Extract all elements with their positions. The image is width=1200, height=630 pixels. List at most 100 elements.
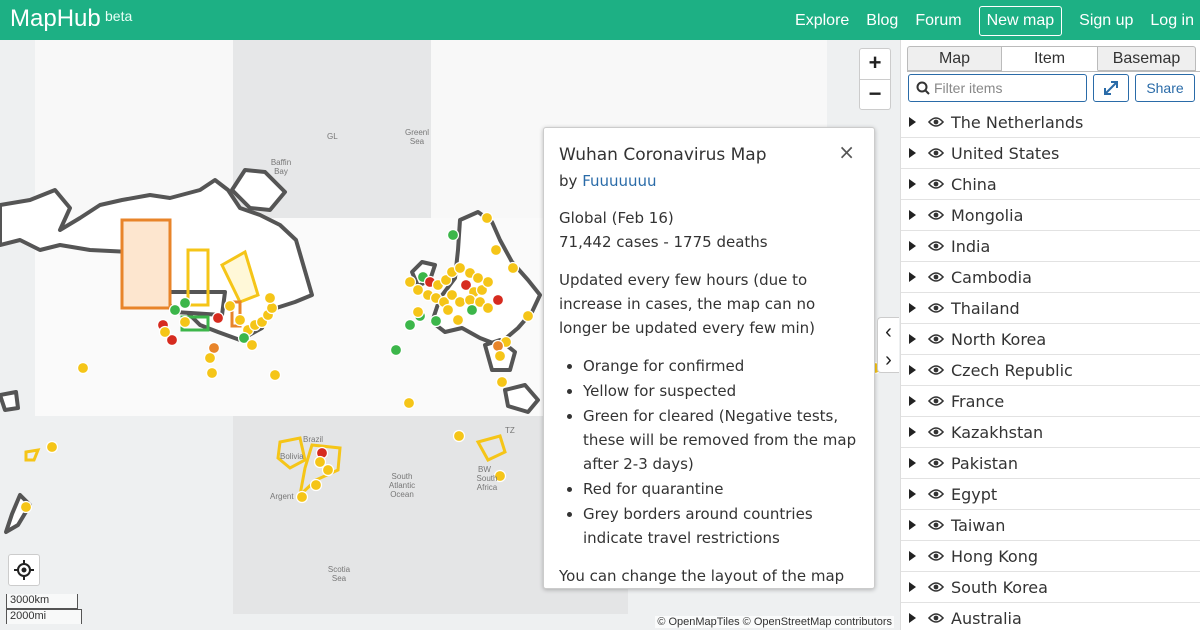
- eye-icon[interactable]: [928, 364, 944, 376]
- case-marker-suspected[interactable]: [411, 305, 425, 319]
- case-marker-cleared[interactable]: [389, 343, 403, 357]
- case-marker-suspected[interactable]: [402, 396, 416, 410]
- list-item[interactable]: Australia: [901, 603, 1200, 630]
- expand-triangle-icon[interactable]: [909, 303, 916, 313]
- tab-map[interactable]: Map: [907, 46, 1002, 71]
- eye-icon[interactable]: [928, 426, 944, 438]
- zoom-in-button[interactable]: +: [860, 49, 890, 79]
- case-marker-suspected[interactable]: [453, 295, 467, 309]
- case-marker-suspected[interactable]: [481, 301, 495, 315]
- map-attribution[interactable]: © OpenMapTiles © OpenStreetMap contribut…: [655, 616, 894, 628]
- expand-triangle-icon[interactable]: [909, 458, 916, 468]
- case-marker-cleared[interactable]: [168, 303, 182, 317]
- case-marker-suspected[interactable]: [178, 315, 192, 329]
- list-item[interactable]: Pakistan: [901, 448, 1200, 479]
- case-marker-suspected[interactable]: [309, 478, 323, 492]
- case-marker-suspected[interactable]: [263, 291, 277, 305]
- expand-triangle-icon[interactable]: [909, 582, 916, 592]
- expand-triangle-icon[interactable]: [909, 551, 916, 561]
- list-item[interactable]: North Korea: [901, 324, 1200, 355]
- eye-icon[interactable]: [928, 178, 944, 190]
- case-marker-suspected[interactable]: [489, 243, 503, 257]
- nav-explore[interactable]: Explore: [795, 7, 849, 35]
- chevron-right-icon[interactable]: ›: [878, 346, 899, 374]
- eye-icon[interactable]: [928, 209, 944, 221]
- case-marker-suspected[interactable]: [441, 303, 455, 317]
- eye-icon[interactable]: [928, 333, 944, 345]
- case-marker-suspected[interactable]: [203, 351, 217, 365]
- case-marker-quarantine[interactable]: [211, 311, 225, 325]
- expand-button[interactable]: [1093, 74, 1129, 102]
- zoom-out-button[interactable]: −: [860, 79, 890, 109]
- list-item[interactable]: France: [901, 386, 1200, 417]
- case-marker-suspected[interactable]: [158, 325, 172, 339]
- expand-triangle-icon[interactable]: [909, 241, 916, 251]
- close-icon[interactable]: ×: [838, 140, 855, 164]
- case-marker-cleared[interactable]: [178, 296, 192, 310]
- eye-icon[interactable]: [928, 519, 944, 531]
- filter-items-input[interactable]: [934, 77, 1082, 99]
- locate-button[interactable]: [8, 554, 40, 586]
- expand-triangle-icon[interactable]: [909, 365, 916, 375]
- expand-triangle-icon[interactable]: [909, 117, 916, 127]
- case-marker-confirmed[interactable]: [491, 339, 505, 353]
- list-item[interactable]: South Korea: [901, 572, 1200, 603]
- case-marker-cleared[interactable]: [465, 303, 479, 317]
- expand-triangle-icon[interactable]: [909, 272, 916, 282]
- list-item[interactable]: Czech Republic: [901, 355, 1200, 386]
- eye-icon[interactable]: [928, 116, 944, 128]
- case-marker-suspected[interactable]: [233, 313, 247, 327]
- case-marker-suspected[interactable]: [268, 368, 282, 382]
- eye-icon[interactable]: [928, 395, 944, 407]
- author-link[interactable]: Fuuuuuuu: [582, 172, 656, 190]
- nav-forum[interactable]: Forum: [915, 7, 961, 35]
- list-item[interactable]: India: [901, 231, 1200, 262]
- chevron-left-icon[interactable]: ‹: [878, 318, 899, 346]
- eye-icon[interactable]: [928, 581, 944, 593]
- list-item[interactable]: Thailand: [901, 293, 1200, 324]
- list-item[interactable]: The Netherlands: [901, 107, 1200, 138]
- list-item[interactable]: China: [901, 169, 1200, 200]
- tab-basemap[interactable]: Basemap: [1098, 46, 1196, 71]
- case-marker-suspected[interactable]: [223, 299, 237, 313]
- case-marker-suspected[interactable]: [19, 500, 33, 514]
- case-marker-suspected[interactable]: [493, 349, 507, 363]
- case-marker-suspected[interactable]: [295, 490, 309, 504]
- list-item[interactable]: Egypt: [901, 479, 1200, 510]
- case-marker-cleared[interactable]: [446, 228, 460, 242]
- case-marker-suspected[interactable]: [265, 301, 279, 315]
- expand-triangle-icon[interactable]: [909, 489, 916, 499]
- case-marker-suspected[interactable]: [452, 429, 466, 443]
- case-marker-suspected[interactable]: [480, 211, 494, 225]
- case-marker-suspected[interactable]: [76, 361, 90, 375]
- share-button[interactable]: Share: [1135, 74, 1195, 102]
- list-item[interactable]: Mongolia: [901, 200, 1200, 231]
- case-marker-suspected[interactable]: [521, 309, 535, 323]
- case-marker-suspected[interactable]: [313, 455, 327, 469]
- eye-icon[interactable]: [928, 302, 944, 314]
- eye-icon[interactable]: [928, 271, 944, 283]
- eye-icon[interactable]: [928, 240, 944, 252]
- expand-triangle-icon[interactable]: [909, 396, 916, 406]
- case-marker-cleared[interactable]: [403, 318, 417, 332]
- case-marker-suspected[interactable]: [451, 313, 465, 327]
- sidebar-toggle[interactable]: ‹ ›: [877, 317, 899, 373]
- eye-icon[interactable]: [928, 457, 944, 469]
- case-marker-confirmed[interactable]: [207, 341, 221, 355]
- case-marker-suspected[interactable]: [463, 293, 477, 307]
- nav-blog[interactable]: Blog: [866, 7, 898, 35]
- eye-icon[interactable]: [928, 488, 944, 500]
- case-marker-suspected[interactable]: [481, 275, 495, 289]
- eye-icon[interactable]: [928, 612, 944, 624]
- nav-sign-up[interactable]: Sign up: [1079, 7, 1133, 35]
- case-marker-suspected[interactable]: [506, 261, 520, 275]
- case-marker-quarantine[interactable]: [491, 293, 505, 307]
- list-item[interactable]: Cambodia: [901, 262, 1200, 293]
- case-marker-cleared[interactable]: [429, 314, 443, 328]
- case-marker-suspected[interactable]: [471, 271, 485, 285]
- case-marker-suspected[interactable]: [495, 375, 509, 389]
- case-marker-suspected[interactable]: [205, 366, 219, 380]
- list-item[interactable]: Kazakhstan: [901, 417, 1200, 448]
- list-item[interactable]: Taiwan: [901, 510, 1200, 541]
- expand-triangle-icon[interactable]: [909, 613, 916, 623]
